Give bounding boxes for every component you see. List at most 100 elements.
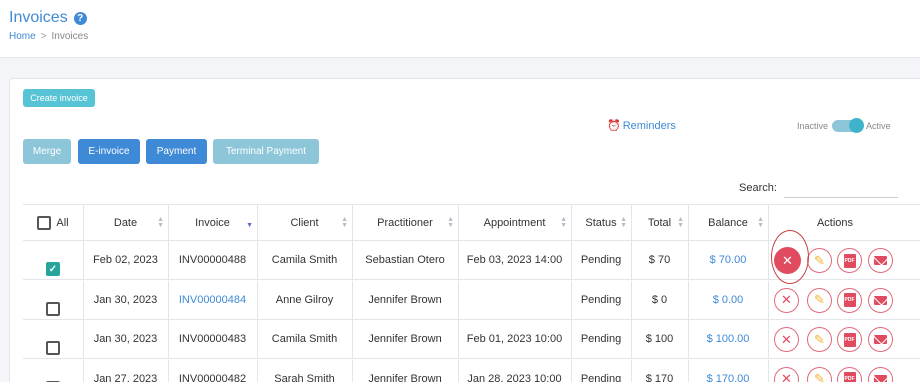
active-toggle[interactable]	[832, 118, 865, 133]
column-header-client[interactable]: Client ▲ ▼	[257, 205, 352, 240]
delete-icon: ✕	[781, 371, 792, 382]
email-button[interactable]	[868, 366, 893, 382]
sort-icon: ▲ ▼	[447, 215, 454, 229]
column-header-date[interactable]: Date ▲ ▼	[83, 205, 168, 240]
sort-icon: ▲ ▼	[677, 215, 684, 229]
cell-status: Pending	[580, 372, 622, 382]
e-invoice-button[interactable]: E-invoice	[78, 139, 140, 164]
breadcrumb-separator: >	[40, 31, 47, 42]
cell-status: Pending	[580, 333, 622, 345]
row-checkbox[interactable]: ✓	[46, 262, 60, 276]
active-toggle-group: Inactive Active	[797, 118, 891, 133]
edit-button[interactable]: ✎	[807, 327, 832, 352]
pdf-button[interactable]: PDF	[837, 248, 862, 273]
cell-client: Sarah Smith	[274, 372, 335, 382]
cell-balance: $ 70.00	[709, 254, 747, 266]
column-divider	[458, 359, 459, 382]
cell-balance: $ 100.00	[706, 333, 750, 345]
column-divider	[168, 241, 169, 279]
cell-total: $ 70	[648, 254, 671, 266]
cell-appointment: Feb 03, 2023 14:00	[466, 254, 563, 266]
column-divider	[257, 320, 258, 358]
edit-button[interactable]: ✎	[807, 366, 832, 382]
column-divider	[571, 320, 572, 358]
column-divider	[83, 280, 84, 319]
help-icon[interactable]: ?	[73, 11, 87, 25]
table-row[interactable]: Jan 27, 2023 INV00000482 Sarah Smith Jennif…	[23, 359, 920, 382]
edit-button[interactable]: ✎	[807, 287, 832, 313]
breadcrumb-home-link[interactable]: Home	[9, 31, 36, 42]
edit-button[interactable]: ✎	[807, 248, 832, 273]
email-icon	[874, 335, 887, 344]
column-header-balance[interactable]: Balance ▲ ▼	[688, 205, 768, 240]
cell-date: Jan 30, 2023	[93, 293, 158, 306]
row-select-cell	[23, 360, 83, 382]
cell-balance: $ 170.00	[706, 372, 750, 382]
email-icon	[874, 374, 887, 382]
breadcrumb-current: Invoices	[51, 31, 89, 42]
column-divider	[168, 359, 169, 382]
pdf-button[interactable]: PDF	[837, 287, 862, 313]
pdf-icon: PDF	[843, 332, 856, 347]
terminal-payment-button[interactable]: Terminal Payment	[213, 139, 319, 164]
cell-invoice[interactable]: INV00000484	[168, 281, 257, 319]
email-button[interactable]	[868, 287, 893, 313]
column-divider	[352, 359, 353, 382]
cell-practitioner: Sebastian Otero	[365, 254, 445, 266]
create-invoice-button[interactable]: Create invoice	[23, 89, 95, 107]
search-input[interactable]	[784, 181, 898, 198]
column-divider	[688, 320, 689, 358]
column-header-invoice[interactable]: Invoice ▲▼	[168, 205, 257, 240]
cell-total: $ 0	[651, 293, 668, 306]
delete-button[interactable]: ✕	[774, 327, 799, 352]
cell-practitioner: Jennifer Brown	[368, 372, 442, 382]
edit-icon: ✎	[814, 252, 825, 268]
column-date-label: Date	[113, 216, 138, 229]
column-divider	[168, 280, 169, 319]
column-header-practitioner[interactable]: Practitioner ▲ ▼	[352, 205, 458, 240]
pdf-button[interactable]: PDF	[837, 366, 862, 382]
column-divider	[257, 280, 258, 319]
pdf-button[interactable]: PDF	[837, 327, 862, 352]
column-divider	[83, 359, 84, 382]
cell-client: Camila Smith	[271, 254, 338, 266]
edit-icon: ✎	[814, 371, 825, 382]
email-button[interactable]	[868, 327, 893, 352]
cell-invoice: INV00000482	[178, 372, 247, 382]
column-divider	[458, 280, 459, 319]
column-divider	[768, 359, 769, 382]
delete-button[interactable]: ✕	[774, 366, 799, 382]
cell-practitioner: Jennifer Brown	[368, 333, 442, 345]
cell-appointment: Feb 01, 2023 10:00	[466, 333, 563, 345]
cell-total: $ 170	[645, 372, 674, 382]
select-all-header[interactable]: All	[23, 205, 83, 240]
toggle-knob[interactable]	[849, 118, 865, 133]
column-header-total[interactable]: Total ▲ ▼	[631, 205, 688, 240]
row-checkbox[interactable]	[46, 301, 60, 316]
toggle-active-label: Active	[866, 121, 891, 131]
column-header-status[interactable]: Status ▲ ▼	[571, 205, 631, 240]
column-header-appointment[interactable]: Appointment ▲ ▼	[458, 205, 571, 240]
row-checkbox[interactable]	[46, 341, 60, 355]
column-status-label: Status	[585, 216, 617, 229]
delete-button[interactable]: ✕	[774, 287, 799, 313]
select-all-checkbox[interactable]	[37, 215, 52, 230]
merge-button[interactable]: Merge	[23, 139, 71, 164]
alarm-clock-icon: ⏰	[607, 120, 621, 132]
payment-button[interactable]: Payment	[146, 139, 207, 164]
page-title-text: Invoices	[9, 9, 68, 26]
pdf-icon: PDF	[843, 253, 856, 268]
reminders-link[interactable]: ⏰ Reminders	[607, 119, 676, 133]
column-divider	[257, 359, 258, 382]
sort-icon: ▲ ▼	[157, 215, 164, 229]
cell-practitioner: Jennifer Brown	[368, 293, 442, 306]
toggle-inactive-label: Inactive	[797, 121, 829, 131]
table-row[interactable]: Jan 30, 2023 INV00000483 Camila Smith Jenni…	[23, 320, 920, 359]
column-divider	[631, 280, 632, 319]
sort-icon: ▲ ▼	[620, 215, 627, 229]
table-row[interactable]: Jan 30, 2023 INV00000484 Anne Gilroy Jennif…	[23, 280, 920, 320]
cell-status: Pending	[580, 293, 622, 306]
column-practitioner-label: Practitioner	[377, 216, 433, 229]
column-divider	[768, 241, 769, 279]
email-button[interactable]	[868, 248, 893, 273]
